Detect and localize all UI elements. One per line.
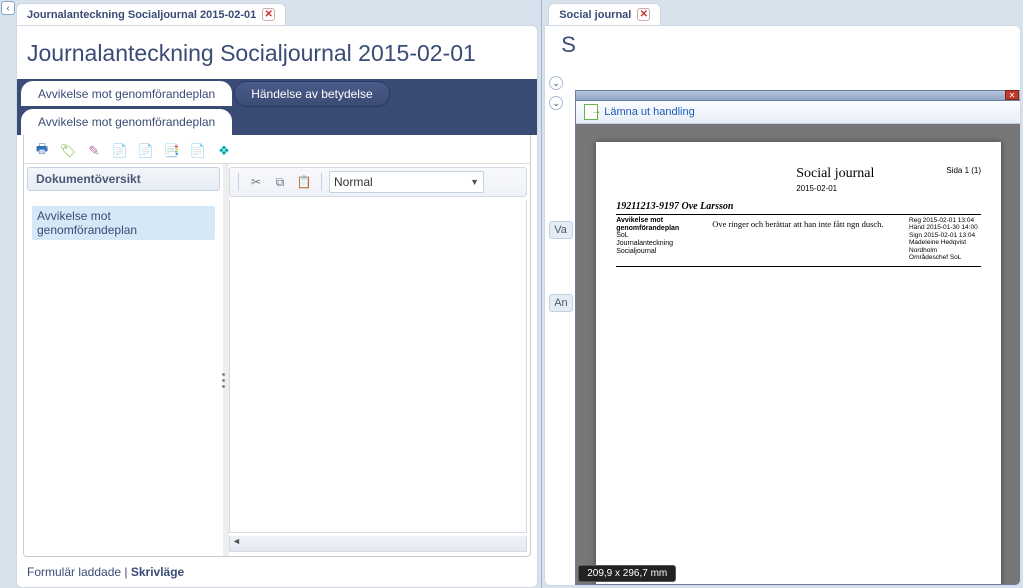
left-panel: Journalanteckning Socialjournal 2015-02-… xyxy=(0,0,542,588)
left-tab-row: Journalanteckning Socialjournal 2015-02-… xyxy=(16,0,541,25)
delete-doc-icon[interactable]: 📄 xyxy=(138,143,154,159)
paragraph-style-value: Normal xyxy=(334,175,373,189)
page-dimensions-badge: 209,9 x 296,7 mm xyxy=(578,565,676,582)
copy-icon[interactable]: ⧉ xyxy=(270,172,290,192)
viewer-titlebar[interactable]: ✕ xyxy=(576,91,1021,101)
tab-label: Social journal xyxy=(559,9,631,21)
tab-handelse[interactable]: Händelse av betydelse xyxy=(234,81,389,107)
entry-cat-line: Avvikelse mot xyxy=(616,217,708,225)
entry-meta-line: Sign 2015-02-01 13:04 xyxy=(909,232,981,239)
status-sep: | xyxy=(121,565,131,579)
document-viewer-window: ✕ Lämna ut handling Social journal 2015-… xyxy=(575,90,1021,585)
document-tree: Dokumentöversikt Avvikelse mot genomföra… xyxy=(24,164,229,556)
left-card: Journalanteckning Socialjournal 2015-02-… xyxy=(16,25,538,588)
tab-avvikelse[interactable]: Avvikelse mot genomförandeplan xyxy=(21,81,232,106)
edit-icon[interactable]: ✎ xyxy=(86,143,102,159)
splitter-handle[interactable] xyxy=(219,360,227,400)
window-close-icon[interactable]: ✕ xyxy=(1005,90,1019,100)
tab-label: Journalanteckning Socialjournal 2015-02-… xyxy=(27,9,256,21)
paragraph-style-select[interactable]: Normal ▼ xyxy=(329,171,484,193)
viewer-body[interactable]: Social journal 2015-02-01 Sida 1 (1) 192… xyxy=(576,124,1021,584)
new-doc-icon[interactable]: 📄 xyxy=(112,143,128,159)
paper-page-number: Sida 1 (1) xyxy=(946,166,981,175)
toolbar-divider xyxy=(321,173,322,191)
export-handling-link[interactable]: Lämna ut handling xyxy=(604,106,695,118)
refresh-icon[interactable]: ❖ xyxy=(216,143,232,159)
history-icon[interactable]: 📑 xyxy=(164,143,180,159)
page-title-obscured: S xyxy=(561,32,576,58)
subtab-avvikelse[interactable]: Avvikelse mot genomförandeplan xyxy=(21,109,232,135)
chevron-down-icon: ▼ xyxy=(470,177,479,187)
collapsed-section-label[interactable]: Va xyxy=(549,221,572,239)
tab-social-journal[interactable]: Social journal ✕ xyxy=(548,3,661,25)
rte-horizontal-scrollbar[interactable] xyxy=(229,536,527,552)
sub-tabstrip: Avvikelse mot genomförandeplan xyxy=(17,107,537,135)
tag-icon[interactable]: 🏷 xyxy=(60,143,76,159)
entry-cat-line: Journalanteckning Socialjournal xyxy=(616,240,673,255)
icon-toolbar: 🖶 🏷 ✎ 📄 📄 📑 📄 ❖ xyxy=(24,135,530,163)
paper-date: 2015-02-01 xyxy=(796,184,874,193)
right-panel: Social journal ✕ S ⌄ ⌄ Va An ✕ Lämn xyxy=(542,0,1023,588)
tab-journalanteckning[interactable]: Journalanteckning Socialjournal 2015-02-… xyxy=(16,3,286,25)
page-title: Journalanteckning Socialjournal 2015-02-… xyxy=(17,26,537,79)
copy-doc-icon[interactable]: 📄 xyxy=(190,143,206,159)
entry-meta: Reg 2015-02-01 13:04 Händ 2015-01-30 14:… xyxy=(909,217,981,262)
rte-editor[interactable] xyxy=(229,200,527,533)
right-card: S ⌄ ⌄ Va An ✕ Lämna ut handling xyxy=(544,25,1021,586)
expand-section-icon[interactable]: ⌄ xyxy=(549,96,563,110)
rte-pane: ✂ ⧉ 📋 Normal ▼ xyxy=(229,164,530,556)
toolbar-divider xyxy=(238,173,239,191)
entry-meta-line: Madeleine Hedqvist xyxy=(909,239,981,246)
print-icon[interactable]: 🖶 xyxy=(34,143,50,159)
entry-text: Ove ringer och berättar att han inte fåt… xyxy=(708,217,909,262)
entry-meta-line: Reg 2015-02-01 13:04 xyxy=(909,217,981,224)
expand-section-icon[interactable]: ⌄ xyxy=(549,76,563,90)
status-text: Formulär laddade xyxy=(27,565,121,579)
rte-toolbar: ✂ ⧉ 📋 Normal ▼ xyxy=(229,167,527,197)
paste-icon[interactable]: 📋 xyxy=(294,172,314,192)
entry-category: Avvikelse mot genomförandeplan SoL Journ… xyxy=(616,217,708,262)
status-mode: Skrivläge xyxy=(131,565,184,579)
entry-meta-line: Händ 2015-01-30 14:00 xyxy=(909,224,981,231)
paper-page: Social journal 2015-02-01 Sida 1 (1) 192… xyxy=(596,142,1001,584)
entry-cat-line: genomförandeplan xyxy=(616,225,708,233)
main-tabstrip: Avvikelse mot genomförandeplan Händelse … xyxy=(17,79,537,107)
close-icon[interactable]: ✕ xyxy=(262,8,275,21)
paper-person: 19211213-9197 Ove Larsson xyxy=(616,201,981,215)
status-bar: Formulär laddade | Skrivläge xyxy=(17,557,537,587)
close-icon[interactable]: ✕ xyxy=(637,8,650,21)
entry-meta-line: Områdeschef SoL xyxy=(909,254,981,261)
paper-title: Social journal xyxy=(796,166,874,182)
viewer-toolbar: Lämna ut handling xyxy=(576,101,1021,124)
journal-entry: Avvikelse mot genomförandeplan SoL Journ… xyxy=(616,217,981,267)
document-tree-header: Dokumentöversikt xyxy=(27,167,220,191)
tree-item-avvikelse[interactable]: Avvikelse mot genomförandeplan xyxy=(32,206,215,240)
cut-icon[interactable]: ✂ xyxy=(246,172,266,192)
export-doc-icon xyxy=(584,104,598,120)
collapsed-section-label[interactable]: An xyxy=(549,294,572,312)
entry-cat-line: SoL xyxy=(616,232,628,239)
right-tab-row: Social journal ✕ xyxy=(542,0,1023,25)
